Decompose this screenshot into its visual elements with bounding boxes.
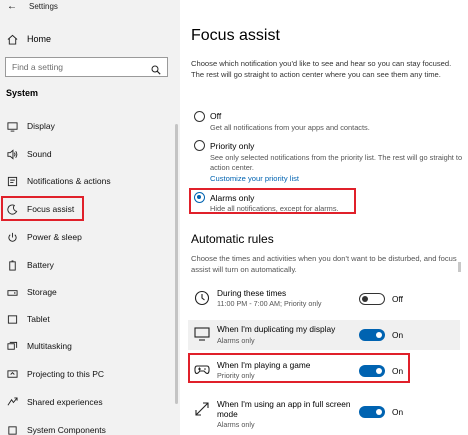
sidebar-item-tablet[interactable]: Tablet [4, 310, 170, 328]
toggle-state: On [392, 330, 404, 340]
app-title: Settings [29, 2, 58, 11]
toggle-duplicating-display[interactable] [359, 329, 385, 341]
sidebar-item-multitasking[interactable]: Multitasking [4, 337, 170, 355]
rule-name: When I'm using an app in full screen mod… [217, 399, 351, 419]
notifications-icon [6, 175, 18, 187]
clock-icon [194, 290, 210, 306]
toggle-during-these-times[interactable] [359, 293, 385, 305]
home-label: Home [27, 34, 52, 44]
rule-name: When I'm duplicating my display [217, 324, 336, 334]
home-icon [6, 34, 18, 45]
page-title: Focus assist [191, 27, 280, 44]
sidebar-item-projecting[interactable]: Projecting to this PC [4, 365, 170, 383]
toggle-state: On [392, 407, 404, 417]
projecting-icon [6, 368, 18, 380]
sidebar-item-system-components[interactable]: System Components [4, 421, 170, 435]
sidebar-item-label: Shared experiences [27, 397, 103, 407]
rule-during-these-times[interactable]: During these times 11:00 PM - 7:00 AM; P… [188, 286, 460, 312]
customize-priority-link[interactable]: Customize your priority list [210, 174, 299, 183]
sidebar-item-battery[interactable]: Battery [4, 256, 170, 274]
search-icon[interactable] [151, 62, 161, 75]
sidebar-item-label: Sound [27, 149, 52, 159]
sidebar: ← Settings Home Find a setting System Di… [0, 0, 180, 435]
radio-priority-only[interactable] [194, 140, 205, 151]
focus-assist-highlight [1, 196, 84, 221]
rule-subtext: 11:00 PM - 7:00 AM; Priority only [217, 299, 322, 308]
radio-off[interactable] [194, 111, 205, 122]
sidebar-item-storage[interactable]: Storage [4, 283, 170, 301]
tablet-icon [6, 313, 18, 325]
multitasking-icon [6, 340, 18, 352]
toggle-state: Off [392, 294, 403, 304]
main-panel: Focus assist Choose which notification y… [180, 0, 468, 435]
power-icon [6, 231, 18, 243]
system-components-icon [6, 424, 18, 435]
shared-experiences-icon [6, 396, 18, 408]
title-bar: ← Settings [0, 0, 180, 16]
sidebar-item-shared-experiences[interactable]: Shared experiences [4, 393, 170, 411]
sidebar-item-display[interactable]: Display [4, 117, 170, 135]
option-priority-label: Priority only [210, 141, 255, 151]
rule-subtext: Alarms only [217, 420, 255, 429]
main-scroll-indicator [458, 262, 461, 272]
full-screen-icon [194, 401, 210, 417]
rule-subtext: Alarms only [217, 336, 255, 345]
option-off-label: Off [210, 111, 222, 121]
search-placeholder: Find a setting [12, 62, 64, 72]
display-icon [6, 120, 18, 132]
back-arrow-icon[interactable]: ← [7, 1, 17, 12]
storage-icon [6, 286, 18, 298]
sidebar-scrollbar[interactable] [175, 124, 178, 404]
search-input[interactable]: Find a setting [5, 57, 168, 77]
rule-duplicating-display[interactable]: When I'm duplicating my display Alarms o… [188, 320, 460, 350]
sidebar-item-power-sleep[interactable]: Power & sleep [4, 228, 170, 246]
rule-name: During these times [217, 288, 287, 298]
alarms-only-highlight [189, 188, 356, 214]
sidebar-item-sound[interactable]: Sound [4, 145, 170, 163]
sound-icon [6, 148, 18, 160]
battery-icon [6, 259, 18, 271]
sidebar-item-label: Storage [27, 287, 57, 297]
section-heading: System [6, 88, 39, 98]
option-priority-desc: See only selected notifications from the… [210, 153, 463, 172]
rule-full-screen-app[interactable]: When I'm using an app in full screen mod… [188, 395, 460, 431]
sidebar-item-label: Battery [27, 260, 54, 270]
intro-text: Choose which notification you'd like to … [191, 59, 452, 79]
automatic-rules-heading: Automatic rules [191, 232, 274, 246]
toggle-full-screen[interactable] [359, 406, 385, 418]
automatic-rules-desc: Choose the times and activities when you… [191, 254, 457, 274]
sidebar-item-label: Projecting to this PC [27, 369, 105, 379]
duplicate-display-icon [194, 326, 210, 342]
option-off-desc: Get all notifications from your apps and… [210, 123, 370, 132]
playing-game-highlight [188, 353, 410, 383]
sidebar-item-label: Power & sleep [27, 232, 82, 242]
sidebar-item-notifications[interactable]: Notifications & actions [4, 172, 170, 190]
home-link[interactable]: Home [6, 32, 51, 46]
sidebar-item-label: Tablet [27, 314, 50, 324]
sidebar-item-label: System Components [27, 425, 106, 435]
sidebar-item-label: Notifications & actions [27, 176, 111, 186]
sidebar-item-label: Display [27, 121, 55, 131]
sidebar-item-label: Multitasking [27, 341, 72, 351]
